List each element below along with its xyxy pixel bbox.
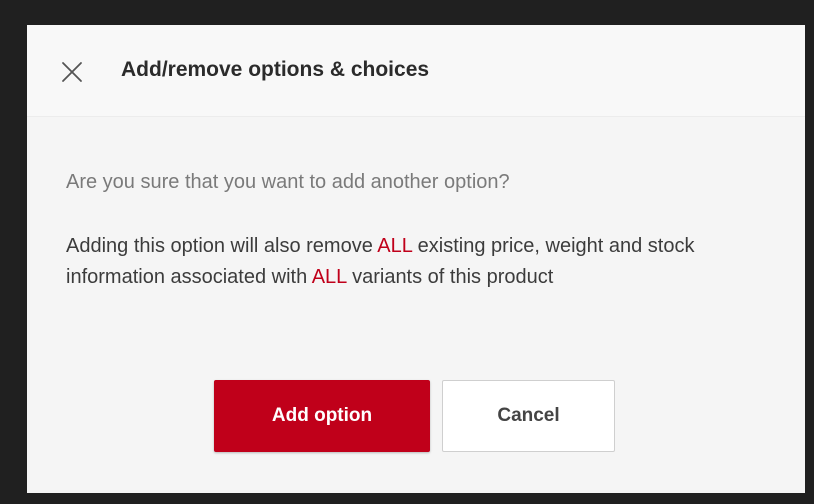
- warning-emphasis-all-2: ALL: [311, 266, 347, 288]
- warning-text-part3: variants of this product: [346, 266, 554, 288]
- confirmation-question: Are you sure that you want to add anothe…: [66, 171, 510, 193]
- warning-text-part1: Adding this option will also remove: [66, 235, 378, 257]
- add-option-button[interactable]: Add option: [214, 380, 430, 452]
- dialog-title: Add/remove options & choices: [121, 58, 430, 81]
- dialog-header: Add/remove options & choices: [27, 25, 805, 117]
- add-option-dialog: Add/remove options & choices Are you sur…: [27, 25, 805, 493]
- cancel-button[interactable]: Cancel: [442, 380, 615, 452]
- close-icon[interactable]: [59, 59, 85, 85]
- warning-emphasis-all-1: ALL: [377, 235, 413, 257]
- warning-message: Adding this option will also remove ALL …: [66, 231, 776, 293]
- dialog-body: Are you sure that you want to add anothe…: [27, 117, 805, 493]
